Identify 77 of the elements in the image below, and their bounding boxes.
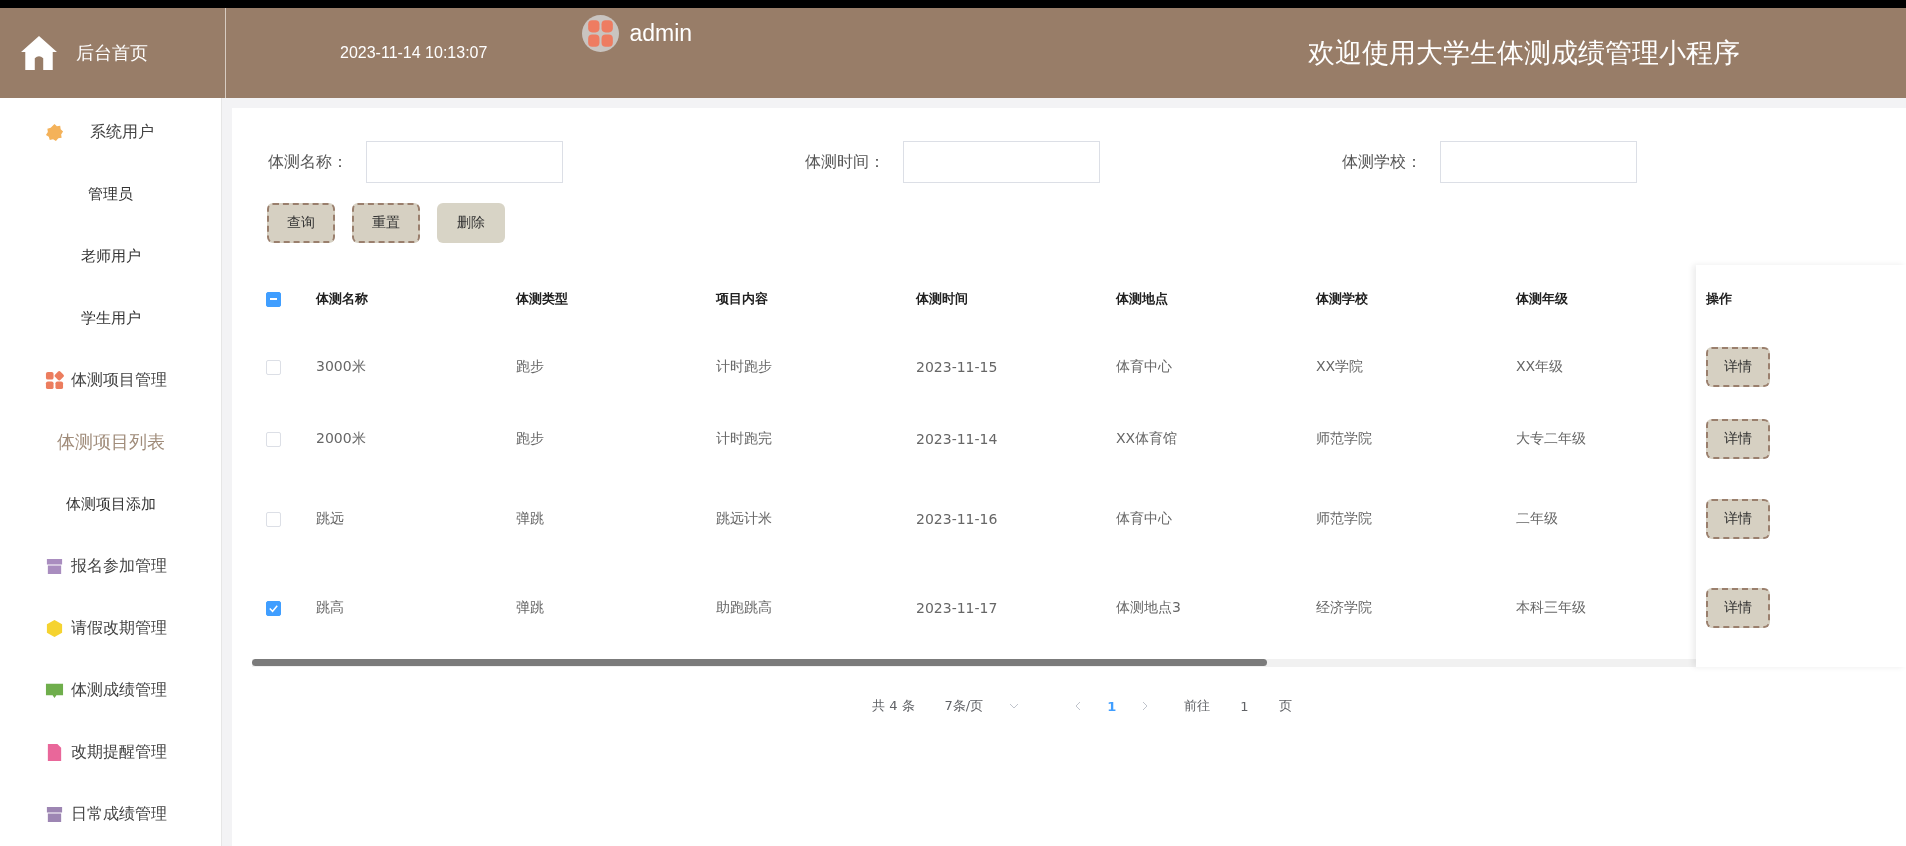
details-button[interactable]: 详情 (1706, 588, 1770, 628)
table-cell-text: 2023-11-14 (916, 431, 999, 447)
column-header: 体测类型 (516, 290, 569, 308)
scrollbar-thumb[interactable] (252, 659, 1267, 666)
details-button[interactable]: 详情 (1706, 347, 1770, 387)
input-field[interactable] (1440, 141, 1637, 183)
home-link[interactable]: 后台首页 (76, 41, 148, 65)
table-cell-text: 本科三年级 (1516, 599, 1587, 617)
datetime-text: 2023-11-14 10:13:07 (340, 44, 488, 62)
column-header: 项目内容 (716, 290, 769, 308)
table-cell-text: 助跑跳高 (716, 599, 773, 617)
table-cell-text: 跑步 (516, 358, 545, 376)
page-input[interactable]: 1 (1240, 698, 1249, 714)
dropdown-icon[interactable] (1009, 703, 1020, 709)
table-cell-text: XX学院 (1316, 358, 1365, 376)
field-label: 体测时间： (804, 151, 885, 173)
table-cell-text: 师范学院 (1316, 510, 1373, 528)
table-cell-text: 二年级 (1516, 510, 1559, 528)
details-button[interactable]: 详情 (1706, 419, 1770, 459)
next-page-icon[interactable] (1142, 701, 1149, 711)
sidebar-item[interactable]: 系统用户 (0, 101, 221, 163)
column-header: 体测年级 (1516, 290, 1569, 308)
column-header: 体测地点 (1116, 290, 1169, 308)
table-cell-text: 2023-11-15 (916, 359, 999, 375)
table-cell-text: 经济学院 (1316, 599, 1373, 617)
sidebar-item[interactable]: 管理员 (0, 163, 221, 225)
table-cell-text: 体育中心 (1116, 510, 1173, 528)
table-cell-text: XX体育馆 (1116, 430, 1179, 448)
table-cell-text: XX年级 (1516, 358, 1565, 376)
table-cell-text: 跳远 (316, 510, 345, 528)
avatar-icon[interactable] (582, 15, 620, 52)
page-size-select[interactable]: 7条/页 (944, 697, 1020, 715)
field-label: 体测名称： (267, 151, 348, 173)
checkbox[interactable] (266, 291, 281, 307)
table-cell-text: 2000米 (316, 430, 367, 448)
table-cell-text: 弹跳 (516, 510, 545, 528)
table-cell-text: 计时跑完 (716, 430, 773, 448)
checkbox[interactable] (266, 600, 281, 616)
sidebar-item[interactable]: 体测项目添加 (0, 473, 221, 535)
table-cell-text: 计时跑步 (716, 358, 773, 376)
sidebar-item[interactable]: 体测项目管理 (0, 349, 221, 411)
table-cell-text: 体育中心 (1116, 358, 1173, 376)
app-title: 欢迎使用大学生体测成绩管理小程序 (1308, 36, 1740, 70)
column-header: 体测名称 (316, 290, 369, 308)
table-cell-text: 跳远计米 (716, 510, 773, 528)
home-icon[interactable] (20, 35, 58, 71)
sidebar-item[interactable]: 日常成绩管理 (0, 783, 221, 845)
table-cell-text: 2023-11-17 (916, 600, 999, 616)
table-cell-text: 跑步 (516, 430, 545, 448)
details-button[interactable]: 详情 (1706, 499, 1770, 539)
previous-page-icon[interactable] (1075, 701, 1082, 711)
column-header: 体测学校 (1316, 290, 1369, 308)
sidebar-item[interactable]: 学生用户 (0, 287, 221, 349)
table-cell-text: 师范学院 (1316, 430, 1373, 448)
sidebar-item[interactable]: 请假改期管理 (0, 597, 221, 659)
field-label: 体测学校： (1341, 151, 1422, 173)
reset-button[interactable]: 重置 (352, 203, 420, 243)
table-cell-text: 2023-11-16 (916, 511, 999, 527)
page-suffix: 页 (1278, 697, 1292, 715)
input-field[interactable] (366, 141, 563, 183)
column-header: 体测时间 (916, 290, 969, 308)
sidebar-item[interactable]: 报名参加管理 (0, 535, 221, 597)
table-cell-text: 弹跳 (516, 599, 545, 617)
table-cell-text: 大专二年级 (1516, 430, 1587, 448)
delete-button[interactable]: 删除 (437, 203, 505, 243)
sidebar-item[interactable]: 老师用户 (0, 225, 221, 287)
sidebar-item[interactable]: 改期提醒管理 (0, 721, 221, 783)
table-cell-text: 3000米 (316, 358, 367, 376)
goto-label: 前往 (1184, 697, 1211, 715)
total-count: 共 4 条 (872, 697, 915, 715)
table-cell-text: 跳高 (316, 599, 345, 617)
sidebar-item[interactable]: 体测成绩管理 (0, 659, 221, 721)
search-button[interactable]: 查询 (267, 203, 335, 243)
input-field[interactable] (903, 141, 1100, 183)
column-header: 操作 (1706, 290, 1733, 308)
username[interactable]: admin (629, 20, 693, 47)
table-cell-text: 体测地点3 (1116, 599, 1182, 617)
